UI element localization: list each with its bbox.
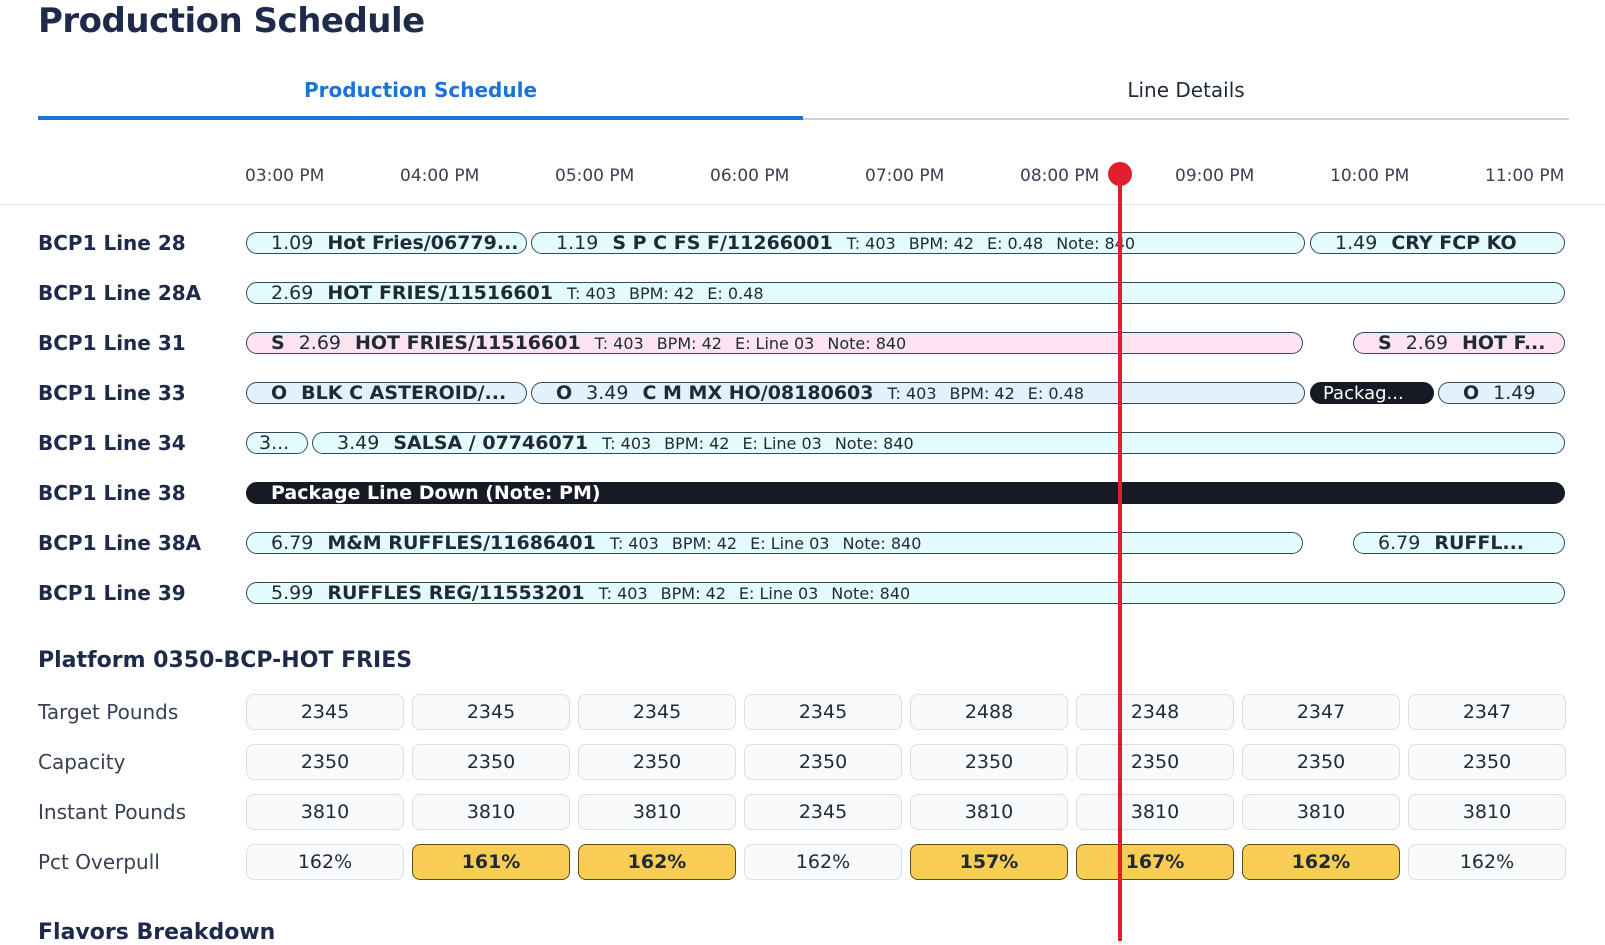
line-label: BCP1 Line 39: [38, 581, 186, 605]
metric-cell: 3810: [578, 794, 736, 830]
metric-cell: 2347: [1408, 694, 1566, 730]
schedule-bar[interactable]: S 2.69 HOT FRIES/11516601 T: 403 BPM: 42…: [246, 332, 1303, 354]
metric-cell: 2350: [578, 744, 736, 780]
hour-label: 04:00 PM: [400, 166, 480, 186]
hour-label: 09:00 PM: [1175, 166, 1255, 186]
hour-label: 06:00 PM: [710, 166, 790, 186]
metric-cell: 2345: [744, 694, 902, 730]
hour-label: 11:00 PM: [1485, 166, 1565, 186]
line-label: BCP1 Line 34: [38, 431, 186, 455]
metric-label: Pct Overpull: [38, 850, 160, 874]
schedule-bar[interactable]: 2.69 HOT FRIES/11516601 T: 403 BPM: 42 E…: [246, 282, 1565, 304]
schedule-bar[interactable]: S 2.69 HOT F...: [1353, 332, 1565, 354]
metric-cell: 2345: [412, 694, 570, 730]
metric-cell: 2348: [1076, 694, 1234, 730]
schedule-bar[interactable]: 6.79 RUFFL...: [1353, 532, 1565, 554]
metric-cell: 162%: [578, 844, 736, 880]
schedule-bar-line-down[interactable]: Package Line Down (Note: PM): [246, 482, 1565, 504]
metric-cell: 3810: [1076, 794, 1234, 830]
platform-title: Platform 0350-BCP-HOT FRIES: [38, 648, 413, 673]
line-label: BCP1 Line 33: [38, 381, 186, 405]
schedule-bar[interactable]: 6.79 M&M RUFFLES/11686401 T: 403 BPM: 42…: [246, 532, 1303, 554]
tab-line-details[interactable]: Line Details: [803, 72, 1569, 120]
hour-label: 03:00 PM: [245, 166, 325, 186]
metric-cell: 2347: [1242, 694, 1400, 730]
metric-cell: 2350: [910, 744, 1068, 780]
hour-label: 10:00 PM: [1330, 166, 1410, 186]
schedule-bar[interactable]: 1.09 Hot Fries/06779...: [246, 232, 527, 254]
metric-cell: 2350: [744, 744, 902, 780]
line-label: BCP1 Line 38: [38, 481, 186, 505]
schedule-bar[interactable]: O 1.49: [1438, 382, 1565, 404]
metric-cell: 2345: [246, 694, 404, 730]
schedule-bar[interactable]: 1.49 CRY FCP KO: [1310, 232, 1565, 254]
schedule-bar[interactable]: 3.49 SALSA / 07746071 T: 403 BPM: 42 E: …: [312, 432, 1565, 454]
hour-label: 07:00 PM: [865, 166, 945, 186]
metric-cell: 162%: [1408, 844, 1566, 880]
metric-cell: 3810: [910, 794, 1068, 830]
metric-cell: 161%: [412, 844, 570, 880]
page-title: Production Schedule: [38, 1, 425, 41]
line-label: BCP1 Line 31: [38, 331, 186, 355]
current-time-marker: [1108, 162, 1132, 186]
metric-cell: 2350: [246, 744, 404, 780]
metric-cell: 2350: [412, 744, 570, 780]
hour-label: 05:00 PM: [555, 166, 635, 186]
metric-cell: 2488: [910, 694, 1068, 730]
metric-cell: 167%: [1076, 844, 1234, 880]
flavors-breakdown-title: Flavors Breakdown: [38, 920, 276, 945]
line-label: BCP1 Line 38A: [38, 531, 202, 555]
schedule-bar[interactable]: 1.19 S P C FS F/11266001 T: 403 BPM: 42 …: [531, 232, 1305, 254]
current-time-line: [1118, 175, 1122, 941]
metric-label: Instant Pounds: [38, 800, 187, 824]
line-label: BCP1 Line 28A: [38, 281, 202, 305]
metric-cell: 2350: [1076, 744, 1234, 780]
metric-cell: 2345: [578, 694, 736, 730]
schedule-bar[interactable]: O 3.49 C M MX HO/08180603 T: 403 BPM: 42…: [531, 382, 1305, 404]
metric-cell: 162%: [744, 844, 902, 880]
metric-cell: 162%: [1242, 844, 1400, 880]
schedule-bar[interactable]: 5.99 RUFFLES REG/11553201 T: 403 BPM: 42…: [246, 582, 1565, 604]
schedule-bar[interactable]: O BLK C ASTEROID/...: [246, 382, 527, 404]
schedule-bar-package[interactable]: Packag...: [1310, 382, 1434, 404]
metric-cell: 157%: [910, 844, 1068, 880]
line-label: BCP1 Line 28: [38, 231, 186, 255]
metric-label: Capacity: [38, 750, 126, 774]
tab-bar: Production Schedule Line Details: [38, 72, 1569, 120]
tab-production-schedule[interactable]: Production Schedule: [38, 72, 803, 120]
metric-cell: 2350: [1408, 744, 1566, 780]
metric-cell: 2350: [1242, 744, 1400, 780]
metric-label: Target Pounds: [38, 700, 179, 724]
metric-cell: 2345: [744, 794, 902, 830]
metric-cell: 3810: [1408, 794, 1566, 830]
timeline-header: 03:00 PM 04:00 PM 05:00 PM 06:00 PM 07:0…: [0, 160, 1605, 205]
metric-cell: 3810: [1242, 794, 1400, 830]
metric-cell: 3810: [246, 794, 404, 830]
schedule-bar[interactable]: 3...: [246, 432, 308, 454]
metric-cell: 3810: [412, 794, 570, 830]
metric-cell: 162%: [246, 844, 404, 880]
hour-label: 08:00 PM: [1020, 166, 1100, 186]
